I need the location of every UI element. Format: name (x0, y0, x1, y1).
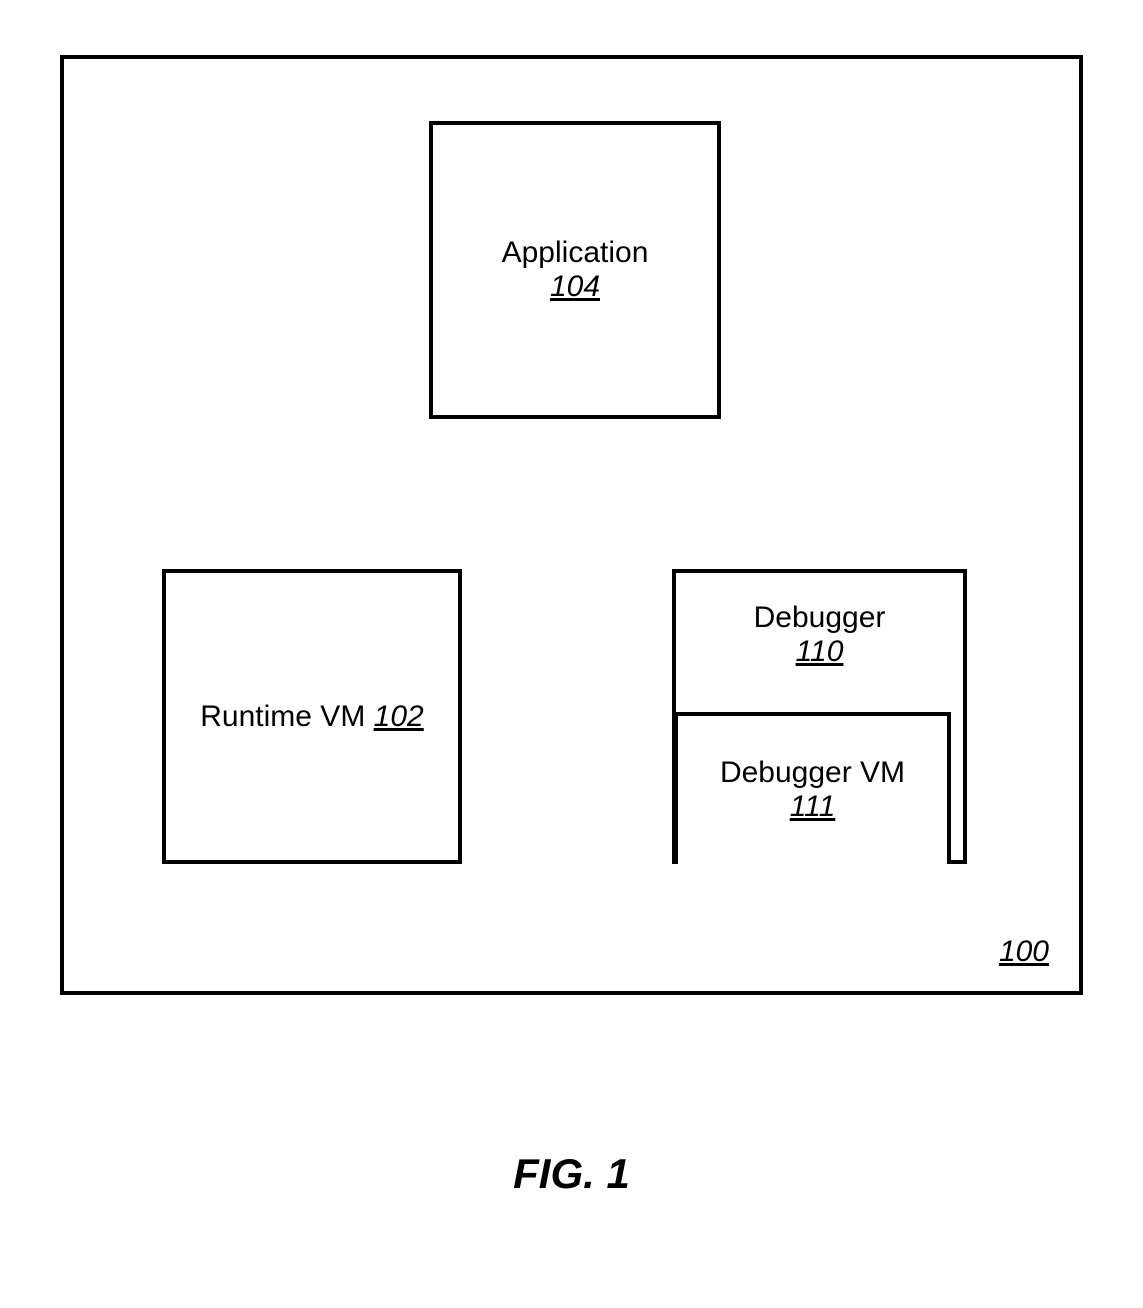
debugger-label: Debugger (754, 601, 886, 635)
debugger-ref: 110 (754, 635, 886, 669)
debugger-header: Debugger 110 (754, 601, 886, 669)
debugger-vm-label: Debugger VM (720, 756, 905, 790)
application-label: Application (502, 236, 649, 270)
debugger-vm-ref: 111 (790, 790, 836, 824)
runtime-vm-row: Runtime VM 102 (200, 700, 423, 734)
debugger-vm-box: Debugger VM 111 (674, 712, 951, 864)
figure-caption: FIG. 1 (0, 1150, 1143, 1198)
system-container: Application 104 Runtime VM 102 Debugger … (60, 55, 1083, 995)
runtime-vm-label: Runtime VM (200, 700, 365, 733)
runtime-vm-ref: 102 (374, 700, 424, 733)
runtime-vm-box: Runtime VM 102 (162, 569, 462, 864)
container-ref: 100 (999, 935, 1049, 969)
application-box: Application 104 (429, 121, 721, 419)
application-ref: 104 (550, 270, 600, 304)
